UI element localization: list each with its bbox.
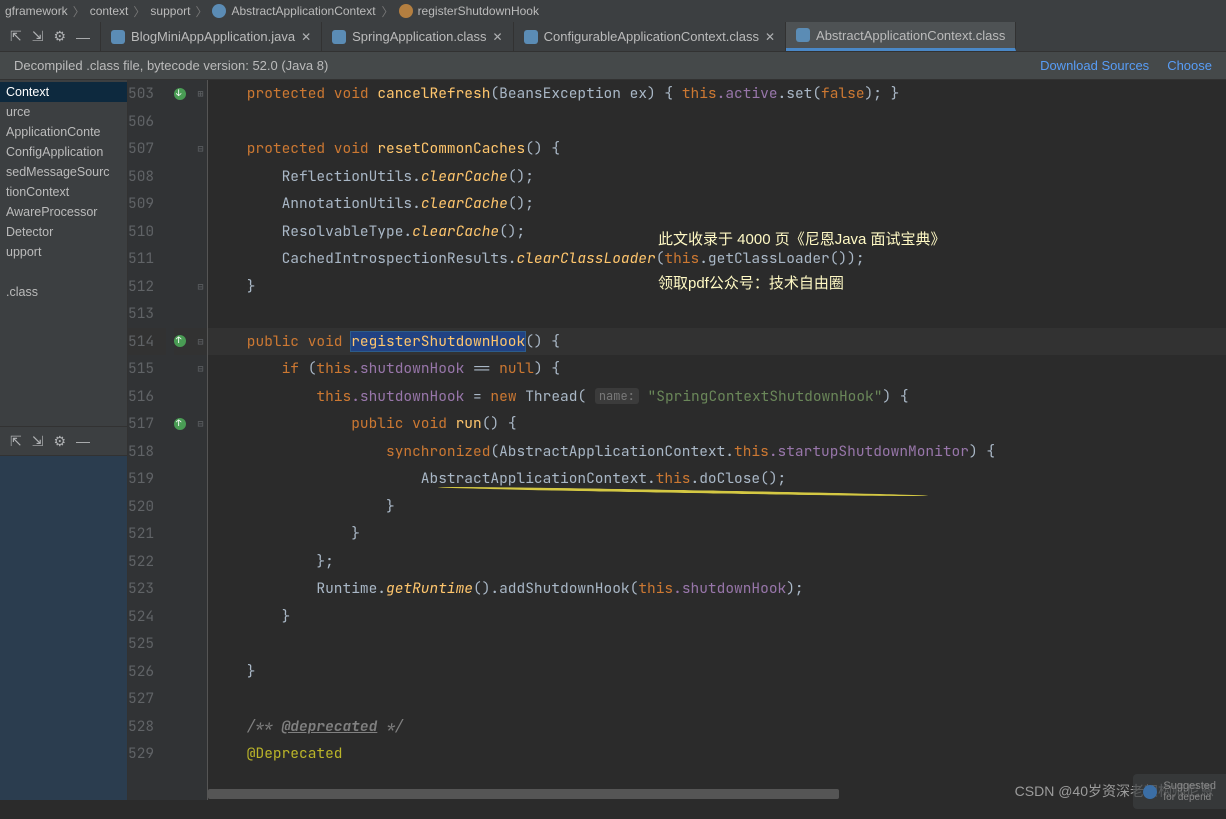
line-number: 522	[128, 548, 166, 576]
notice-message: Decompiled .class file, bytecode version…	[14, 58, 328, 73]
close-icon[interactable]: ✕	[493, 30, 503, 44]
editor-tab[interactable]: AbstractApplicationContext.class	[786, 22, 1016, 51]
code-editor[interactable]: 503 506 507 508 509 510 511 512 513 514 …	[128, 80, 1226, 800]
line-number: 520	[128, 493, 166, 521]
expand-icon[interactable]: ⇱	[10, 433, 22, 450]
line-number: 507	[128, 135, 166, 163]
fold-icon[interactable]: ⊟	[194, 417, 207, 430]
implements-icon[interactable]	[174, 418, 186, 430]
class-file-icon	[524, 30, 538, 44]
line-number: 518	[128, 438, 166, 466]
sidebar-toolbar-bottom: ⇱ ⇲ ⚙ —	[0, 426, 127, 456]
class-file-icon	[332, 30, 346, 44]
sidebar-item[interactable]: Detector	[0, 222, 127, 242]
breadcrumb-item[interactable]: support	[149, 4, 191, 18]
download-sources-link[interactable]: Download Sources	[1040, 58, 1149, 73]
sidebar-toolbar: ⇱ ⇲ ⚙ —	[0, 22, 101, 51]
breadcrumb-item[interactable]: AbstractApplicationContext	[211, 4, 377, 19]
line-number: 510	[128, 218, 166, 246]
sidebar-item[interactable]: ApplicationConte	[0, 122, 127, 142]
implements-icon[interactable]	[174, 335, 186, 347]
gutter-marks	[174, 80, 194, 800]
line-number: 513	[128, 300, 166, 328]
line-number: 516	[128, 383, 166, 411]
line-numbers: 503 506 507 508 509 510 511 512 513 514 …	[128, 80, 174, 800]
breadcrumb-item[interactable]: context	[89, 4, 130, 18]
line-number: 515	[128, 355, 166, 383]
collapse-icon[interactable]: ⇲	[32, 433, 44, 450]
sidebar-bottom-panel	[0, 456, 127, 800]
expand-icon[interactable]: ⇱	[10, 28, 22, 45]
tab-label: BlogMiniAppApplication.java	[131, 29, 295, 44]
suggested-label: Suggested	[1163, 780, 1216, 792]
tab-label: ConfigurableApplicationContext.class	[544, 29, 759, 44]
fold-gutter: ⊞ ⊟ ⊟ ⊟ ⊟ ⊟	[194, 80, 208, 800]
method-icon	[399, 4, 413, 18]
scrollbar-thumb[interactable]	[208, 789, 839, 799]
close-icon[interactable]: ✕	[765, 30, 775, 44]
fold-icon[interactable]: ⊟	[194, 280, 207, 293]
structure-sidebar: Context urce ApplicationConte ConfigAppl…	[0, 80, 128, 800]
fold-icon[interactable]: ⊟	[194, 362, 207, 375]
fold-icon[interactable]: ⊟	[194, 142, 207, 155]
chevron-right-icon: 〉	[194, 3, 208, 20]
breadcrumb: gframework 〉 context 〉 support 〉 Abstrac…	[0, 0, 1226, 22]
sidebar-spacer	[0, 262, 127, 282]
line-number: 509	[128, 190, 166, 218]
collapse-icon[interactable]: ⇲	[32, 28, 44, 45]
line-number: 511	[128, 245, 166, 273]
editor-tab[interactable]: ConfigurableApplicationContext.class ✕	[514, 22, 786, 51]
chevron-right-icon: 〉	[72, 3, 86, 20]
editor-tab[interactable]: SpringApplication.class ✕	[322, 22, 513, 51]
line-number: 503	[128, 80, 166, 108]
tab-label: SpringApplication.class	[352, 29, 486, 44]
line-number: 526	[128, 658, 166, 686]
line-number: 508	[128, 163, 166, 191]
hide-icon[interactable]: —	[76, 29, 90, 45]
fold-icon[interactable]: ⊟	[194, 335, 207, 348]
java-file-icon	[111, 30, 125, 44]
sidebar-item[interactable]: .class	[0, 282, 127, 302]
sidebar-item[interactable]: tionContext	[0, 182, 127, 202]
sidebar-item[interactable]: ConfigApplication	[0, 142, 127, 162]
line-number: 525	[128, 630, 166, 658]
editor-tab[interactable]: BlogMiniAppApplication.java ✕	[101, 22, 322, 51]
suggested-sub: for depend	[1163, 792, 1216, 803]
gear-icon[interactable]: ⚙	[53, 433, 66, 450]
line-number: 521	[128, 520, 166, 548]
tab-label: AbstractApplicationContext.class	[816, 28, 1005, 43]
line-number: 512	[128, 273, 166, 301]
class-icon	[212, 4, 226, 18]
chevron-right-icon: 〉	[132, 3, 146, 20]
gear-icon[interactable]: ⚙	[53, 28, 66, 45]
sidebar-item[interactable]: upport	[0, 242, 127, 262]
sidebar-item[interactable]: AwareProcessor	[0, 202, 127, 222]
override-icon[interactable]	[174, 88, 186, 100]
line-number: 523	[128, 575, 166, 603]
line-number: 517	[128, 410, 166, 438]
fold-icon[interactable]: ⊞	[194, 87, 207, 100]
line-number: 506	[128, 108, 166, 136]
line-number: 514	[128, 328, 166, 356]
line-number: 529	[128, 740, 166, 768]
chevron-right-icon: 〉	[381, 3, 395, 20]
breadcrumb-item[interactable]: gframework	[4, 4, 69, 18]
line-number: 524	[128, 603, 166, 631]
line-number: 527	[128, 685, 166, 713]
choose-sources-link[interactable]: Choose	[1167, 58, 1212, 73]
close-icon[interactable]: ✕	[301, 30, 311, 44]
line-number: 528	[128, 713, 166, 741]
hide-icon[interactable]: —	[76, 433, 90, 449]
code-body[interactable]: protected void cancelRefresh(BeansExcept…	[208, 80, 1226, 800]
sidebar-item[interactable]: urce	[0, 102, 127, 122]
breadcrumb-item[interactable]: registerShutdownHook	[398, 4, 541, 19]
editor-tabs: ⇱ ⇲ ⚙ — BlogMiniAppApplication.java ✕ Sp…	[0, 22, 1226, 52]
info-icon	[1143, 785, 1157, 799]
class-file-icon	[796, 28, 810, 42]
sidebar-item[interactable]: sedMessageSourc	[0, 162, 127, 182]
line-number: 519	[128, 465, 166, 493]
sidebar-item[interactable]: Context	[0, 82, 127, 102]
suggested-panel[interactable]: Suggested for depend	[1133, 774, 1226, 809]
decompiled-notice: Decompiled .class file, bytecode version…	[0, 52, 1226, 80]
